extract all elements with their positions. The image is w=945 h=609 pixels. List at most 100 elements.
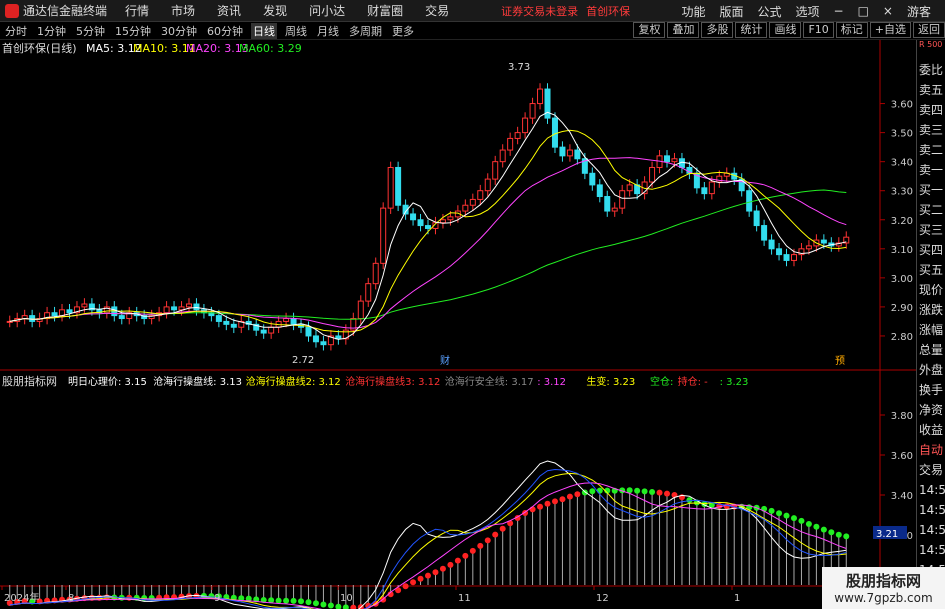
sub-dot-109 (820, 526, 827, 533)
sub-dot-104 (783, 512, 790, 519)
sub-dot-42 (320, 601, 327, 608)
quote-label-10: 买五 (919, 263, 944, 277)
candle-body-15 (118, 315, 125, 320)
menu-formula[interactable]: 公式 (757, 3, 781, 20)
kline-chart[interactable]: 首创环保(日线) MA5: 3.12MA10: 3.11MA20: 3.13MA6… (0, 40, 916, 609)
sub-dot-85 (641, 488, 648, 495)
period-tab-3[interactable]: 15分钟 (113, 23, 153, 39)
period-tab-1[interactable]: 1分钟 (35, 23, 68, 39)
period-tab-0[interactable]: 分时 (3, 23, 29, 39)
candle-body-71 (537, 88, 544, 105)
menu-ask[interactable]: 问小达 (309, 2, 345, 19)
menu-quotes[interactable]: 行情 (125, 2, 149, 19)
sub-dot-64 (484, 537, 491, 544)
sub-dot-57 (432, 569, 439, 576)
tool-button-7[interactable]: +自选 (869, 22, 911, 38)
sub-legend-item-9: : 3.23 (720, 377, 749, 388)
sub-dot-88 (664, 490, 671, 497)
login-status[interactable]: 证券交易未登录 (501, 3, 578, 19)
candle-body-28 (215, 315, 222, 322)
sub-dot-60 (454, 557, 461, 564)
quote-label-11: 现价 (919, 283, 944, 297)
sub-legend-item-4: 沧海行安全线: 3.17 (445, 375, 534, 388)
tool-button-8[interactable]: 返回 (913, 22, 945, 38)
quote-label-17: 净资 (919, 403, 944, 417)
menu-market[interactable]: 市场 (171, 2, 195, 19)
tool-button-3[interactable]: 统计 (735, 22, 768, 38)
sub-dot-73 (551, 498, 558, 505)
main-tick-2: 3.40 (891, 158, 913, 169)
x-label-1: 8 (68, 593, 74, 604)
period-tab-8[interactable]: 月线 (315, 23, 341, 39)
period-toolbar: 分时 1分钟 5分钟 15分钟 30分钟 60分钟 日线 周线 月线 多周期 更多 复权 叠加 多股 统计… (0, 22, 945, 40)
candle-body-55 (417, 219, 424, 227)
tool-button-2[interactable]: 多股 (701, 22, 734, 38)
main-tick-7: 2.90 (891, 303, 913, 314)
candle-body-100 (753, 210, 760, 227)
sub-dot-54 (410, 579, 417, 586)
tool-button-1[interactable]: 叠加 (667, 22, 700, 38)
main-tick-1: 3.50 (891, 129, 913, 140)
watermark: 股朋指标网 www.7gpzb.com (822, 567, 945, 609)
sub-dot-84 (634, 487, 641, 494)
candle-body-67 (507, 137, 514, 151)
sub-legend-item-3: 沧海行操盘线3: 3.12 (345, 375, 440, 388)
menu-news[interactable]: 资讯 (217, 2, 241, 19)
main-tick-8: 2.80 (891, 332, 913, 343)
x-label-4: 11 (458, 593, 471, 604)
candle-body-107 (805, 245, 812, 250)
sub-dot-63 (477, 542, 484, 549)
candle-body-51 (387, 166, 394, 209)
tool-button-5[interactable]: F10 (803, 22, 834, 38)
app-title: 通达信金融终端 (23, 4, 108, 18)
tool-button-6[interactable]: 标记 (835, 22, 868, 38)
sub-line-pink (9, 482, 847, 609)
period-tab-7[interactable]: 周线 (283, 23, 309, 39)
candle-body-24 (185, 303, 192, 308)
sub-value-label: 3.21 (876, 529, 898, 540)
period-tab-4[interactable]: 30分钟 (159, 23, 199, 39)
close-icon[interactable]: × (883, 4, 893, 18)
maximize-icon[interactable]: □ (858, 4, 869, 18)
minimize-icon[interactable]: − (834, 4, 844, 18)
period-tab-2[interactable]: 5分钟 (74, 23, 107, 39)
quote-label-14: 总量 (919, 343, 944, 357)
sub-dot-111 (835, 531, 842, 538)
quote-label-6: 买一 (919, 183, 944, 197)
sub-tick-1: 3.60 (891, 451, 913, 462)
main-tick-3: 3.30 (891, 187, 913, 198)
candle-body-21 (163, 306, 170, 314)
sub-dot-70 (529, 506, 536, 513)
quote-label-20: 交易 (919, 463, 944, 477)
menu-discover[interactable]: 发现 (263, 2, 287, 19)
period-tab-5[interactable]: 60分钟 (205, 23, 245, 39)
sub-dot-107 (805, 521, 812, 527)
quote-label-24: 14:56 (919, 543, 945, 557)
x-label-6: 1 (734, 593, 740, 604)
sub-legend-item-1: 沧海行操盘线: 3.13 (153, 375, 242, 388)
period-tab-10[interactable]: 更多 (390, 23, 416, 39)
menu-options[interactable]: 选项 (796, 3, 820, 20)
period-tab-6[interactable]: 日线 (251, 22, 277, 39)
sub-dot-45 (342, 604, 349, 609)
menu-trade[interactable]: 交易 (425, 2, 449, 19)
quote-label-7: 买二 (919, 203, 944, 217)
menu-function[interactable]: 功能 (681, 3, 705, 20)
menu-wealth[interactable]: 财富圈 (367, 2, 403, 19)
candle-body-73 (551, 117, 558, 148)
candle-body-42 (320, 341, 327, 346)
candle-body-34 (260, 329, 267, 334)
period-tab-9[interactable]: 多周期 (347, 23, 384, 39)
candle-body-81 (611, 207, 618, 212)
quote-label-4: 卖二 (919, 143, 944, 157)
tool-button-0[interactable]: 复权 (633, 22, 666, 38)
candle-body-29 (223, 320, 230, 325)
guest-label[interactable]: 游客 (907, 3, 931, 20)
sub-dot-44 (335, 603, 342, 609)
menu-layout[interactable]: 版面 (719, 3, 743, 20)
candle-body-47 (357, 300, 364, 320)
sub-dot-58 (439, 565, 446, 572)
tool-button-4[interactable]: 画线 (769, 22, 802, 38)
sub-legend-name: 股朋指标网 (2, 374, 57, 388)
stock-name: 首创环保 (586, 4, 631, 18)
